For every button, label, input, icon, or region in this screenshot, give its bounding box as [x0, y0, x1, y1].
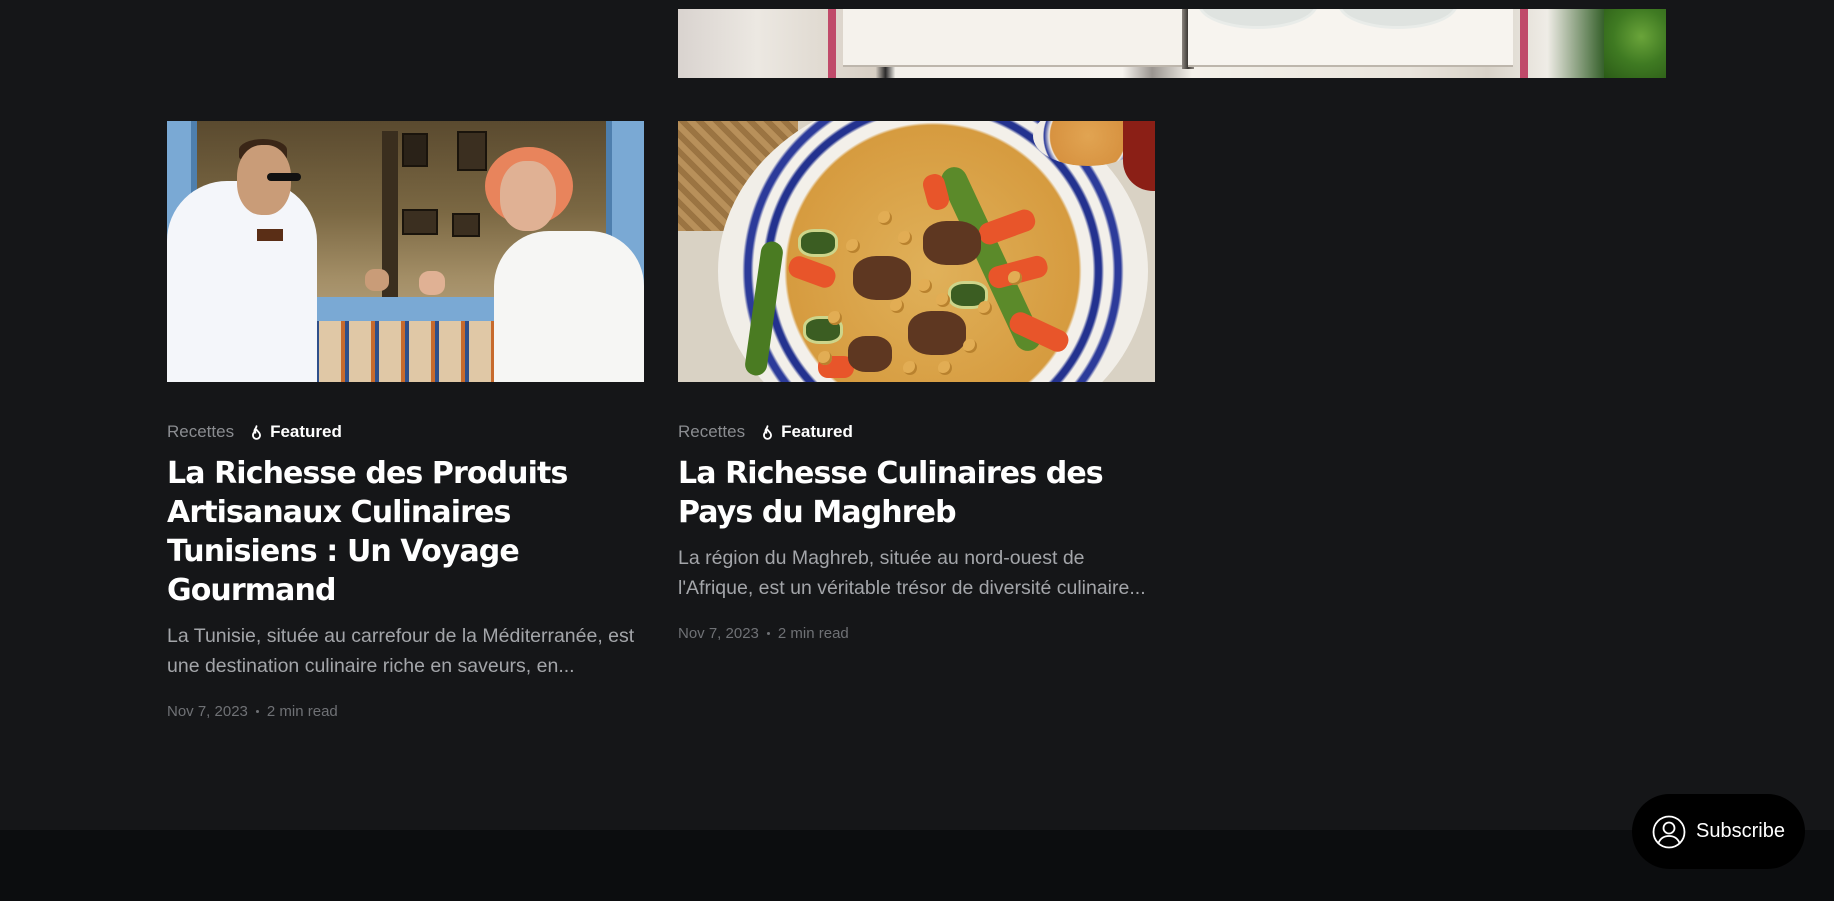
- post-tags: Recettes Featured: [678, 422, 1155, 442]
- post-meta: Nov 7, 2023 2 min read: [167, 703, 644, 720]
- subscribe-label[interactable]: Subscribe: [1696, 820, 1785, 843]
- separator-dot: [766, 632, 770, 635]
- post-image[interactable]: [167, 121, 644, 382]
- featured-badge: Featured: [759, 422, 853, 442]
- site-footer: [0, 830, 1834, 901]
- previous-post-image[interactable]: [678, 9, 1666, 78]
- featured-label: Featured: [781, 422, 853, 441]
- post-title[interactable]: La Richesse des Produits Artisanaux Culi…: [167, 454, 644, 610]
- flame-icon: [763, 424, 773, 440]
- read-time: 2 min read: [266, 703, 338, 720]
- post-title[interactable]: La Richesse Culinaires des Pays du Maghr…: [678, 454, 1155, 532]
- post-date: Nov 7, 2023: [167, 703, 248, 720]
- read-time: 2 min read: [777, 625, 849, 642]
- post-excerpt: La Tunisie, située au carrefour de la Mé…: [167, 625, 635, 677]
- user-circle-icon: [1652, 815, 1686, 848]
- post-meta: Nov 7, 2023 2 min read: [678, 625, 1155, 642]
- category-link[interactable]: Recettes: [678, 422, 745, 442]
- post-date: Nov 7, 2023: [678, 625, 759, 642]
- category-link[interactable]: Recettes: [167, 422, 234, 442]
- post-card[interactable]: Recettes Featured La Richesse des Produi…: [167, 121, 644, 720]
- post-image[interactable]: [678, 121, 1155, 382]
- post-excerpt: La région du Maghreb, située au nord-oue…: [678, 547, 1146, 599]
- featured-label: Featured: [270, 422, 342, 441]
- post-tags: Recettes Featured: [167, 422, 644, 442]
- post-card[interactable]: Recettes Featured La Richesse Culinaires…: [678, 121, 1155, 642]
- subscribe-button[interactable]: Subscribe: [1632, 794, 1805, 869]
- separator-dot: [255, 710, 259, 713]
- flame-icon: [252, 424, 262, 440]
- featured-badge: Featured: [248, 422, 342, 442]
